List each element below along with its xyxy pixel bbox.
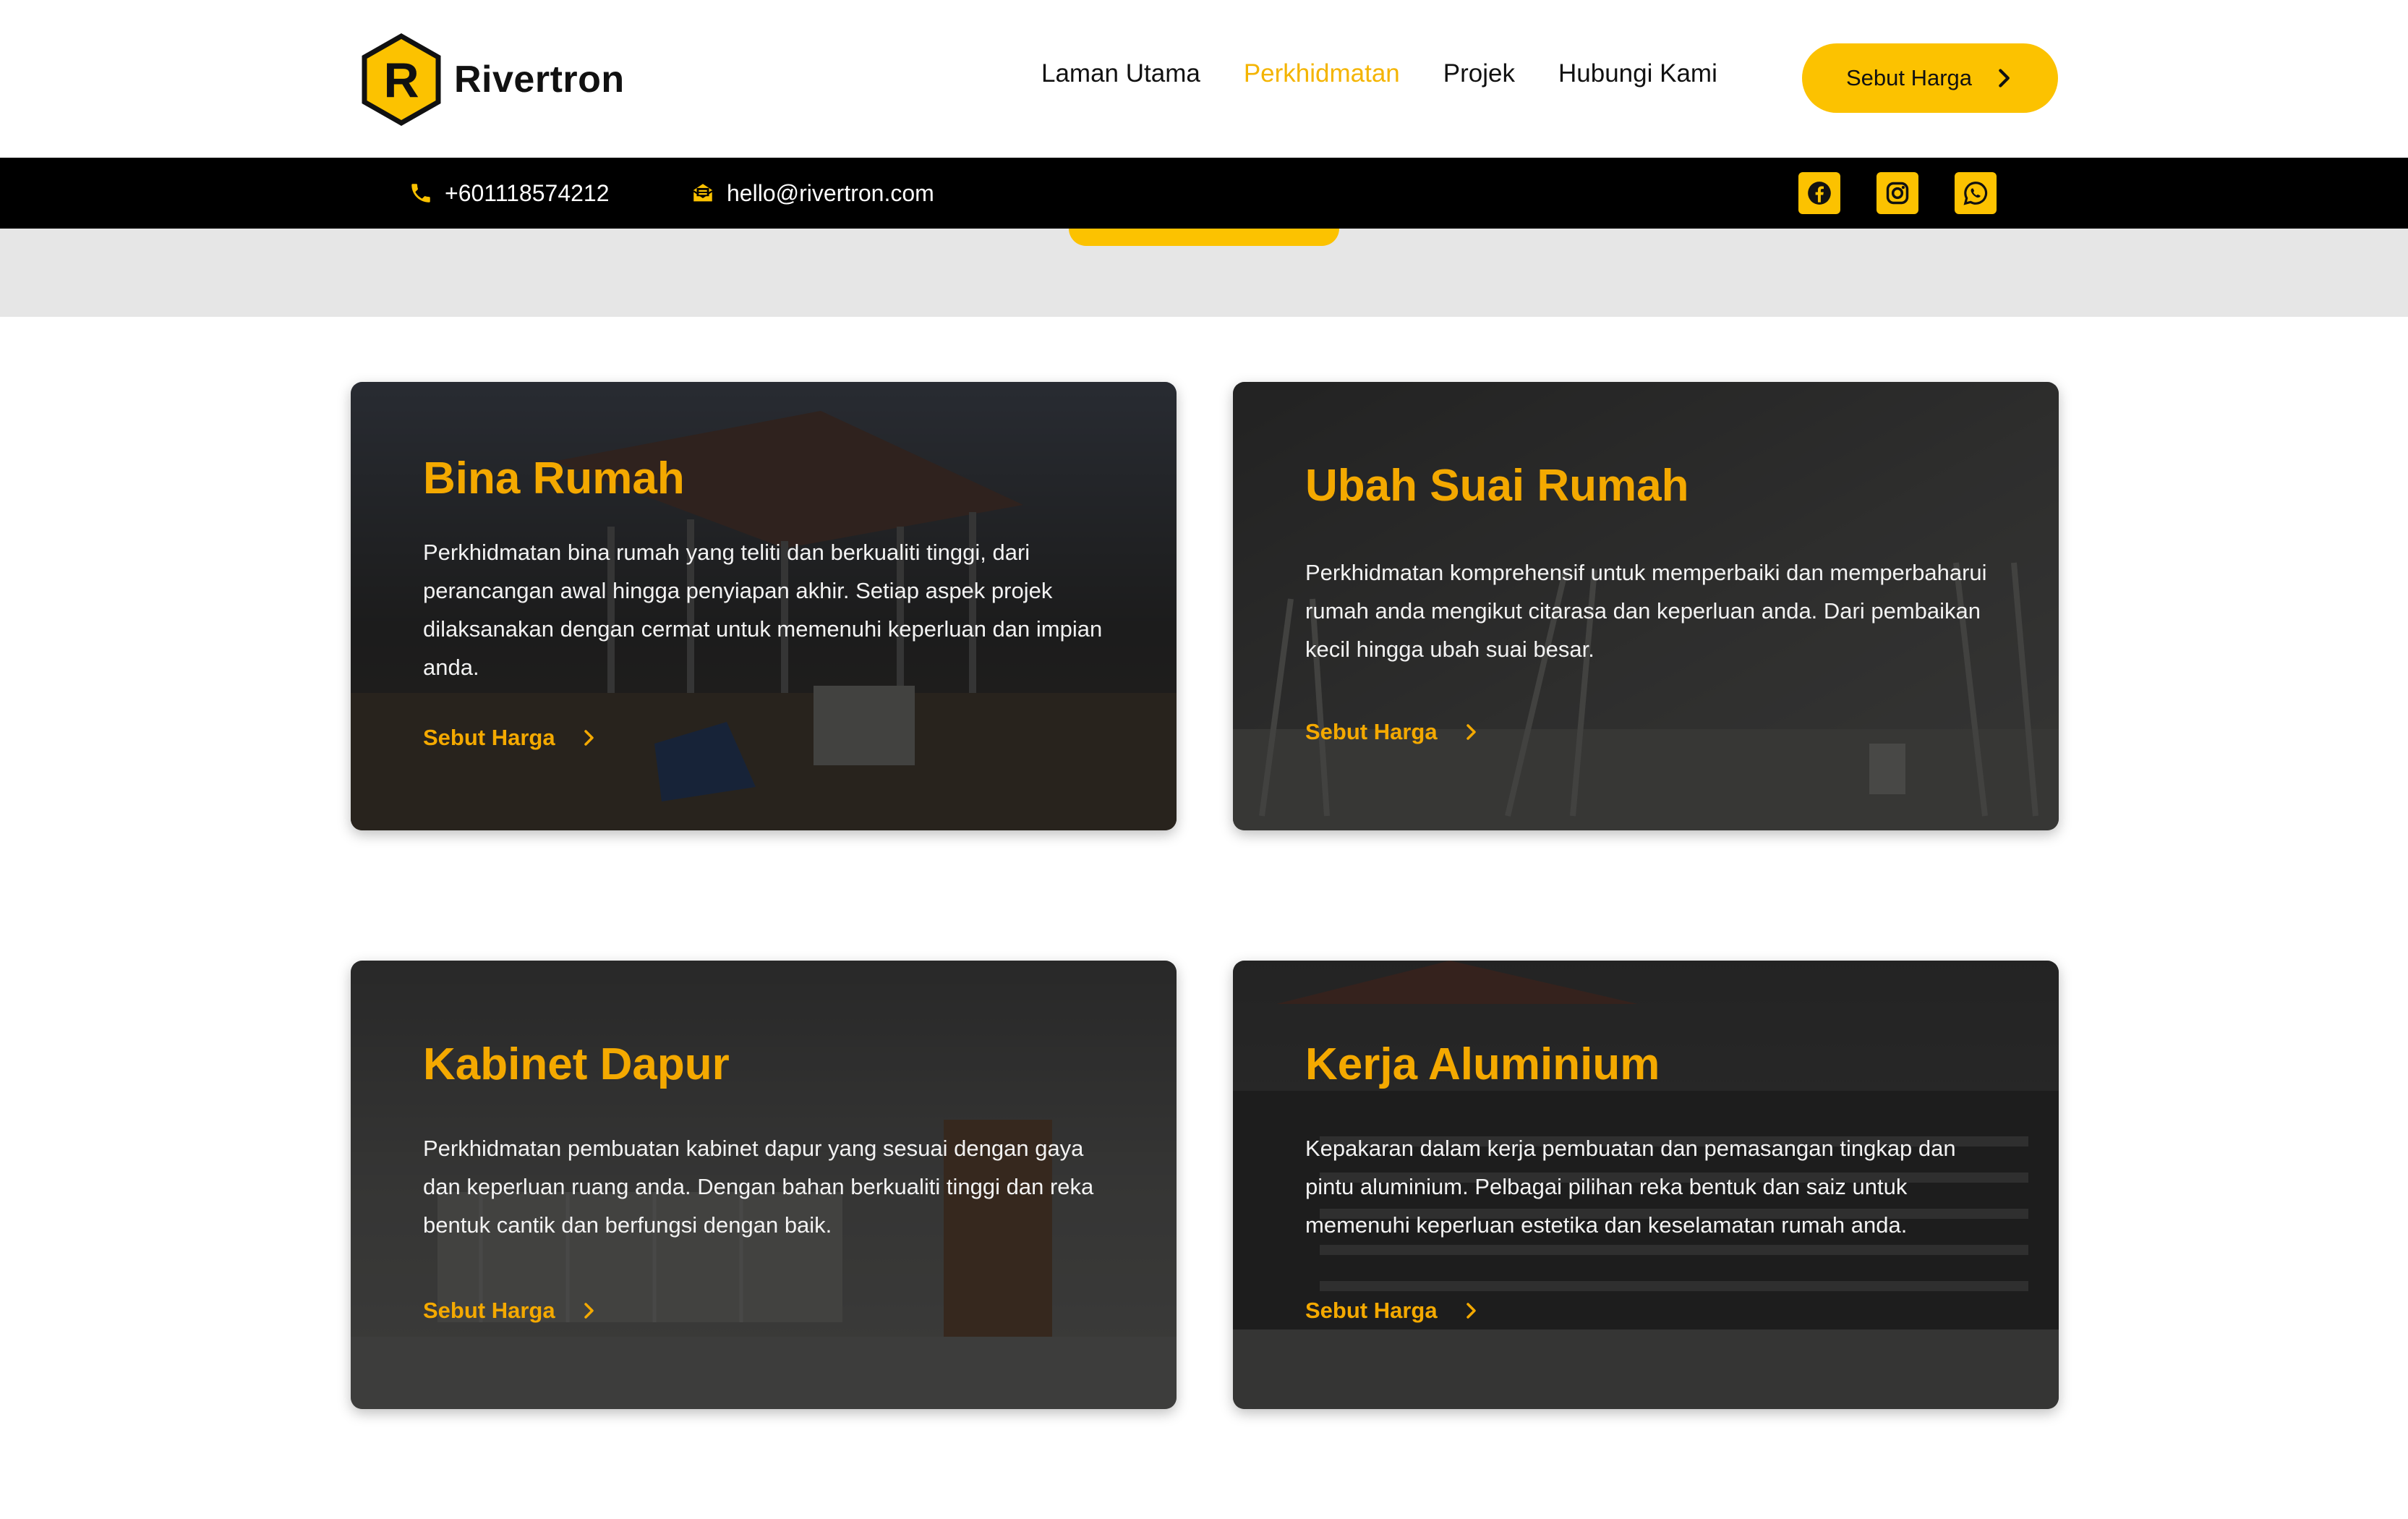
logo-initial: R bbox=[383, 53, 419, 108]
phone-contact[interactable]: +601118574212 bbox=[409, 158, 610, 229]
card-title: Ubah Suai Rumah bbox=[1305, 461, 1689, 511]
quote-button[interactable]: Sebut Harga bbox=[1802, 43, 2058, 113]
card-quote-link[interactable]: Sebut Harga bbox=[1305, 719, 1480, 745]
brand-name: Rivertron bbox=[454, 59, 625, 101]
social-links bbox=[1798, 172, 2033, 214]
site-header: R Rivertron Laman Utama Perkhidmatan Pro… bbox=[0, 0, 2408, 158]
card-title: Kerja Aluminium bbox=[1305, 1039, 1660, 1089]
card-body: Kerja Aluminium Kepakaran dalam kerja pe… bbox=[1305, 1039, 1994, 1244]
brand-logo[interactable]: R Rivertron bbox=[362, 33, 625, 126]
card-link-label: Sebut Harga bbox=[1305, 719, 1438, 744]
instagram-icon bbox=[1886, 182, 1909, 205]
card-description: Kepakaran dalam kerja pembuatan dan pema… bbox=[1305, 1136, 1956, 1238]
email-address: hello@rivertron.com bbox=[727, 179, 934, 206]
email-contact[interactable]: hello@rivertron.com bbox=[691, 158, 934, 229]
service-card-kerja-aluminium: Kerja Aluminium Kepakaran dalam kerja pe… bbox=[1233, 961, 2059, 1409]
card-title: Kabinet Dapur bbox=[423, 1039, 730, 1089]
chevron-right-icon bbox=[1466, 724, 1476, 740]
facebook-link[interactable] bbox=[1798, 172, 1840, 214]
nav-item-perkhidmatan[interactable]: Perkhidmatan bbox=[1244, 59, 1400, 88]
card-quote-link[interactable]: Sebut Harga bbox=[1305, 1298, 1480, 1324]
envelope-icon bbox=[693, 184, 713, 202]
instagram-link[interactable] bbox=[1877, 172, 1918, 214]
phone-number: +601118574212 bbox=[445, 179, 610, 206]
nav-item-projek[interactable]: Projek bbox=[1443, 59, 1515, 88]
contact-bar: +601118574212 hello@rivertron.com bbox=[0, 158, 2408, 229]
card-body: Ubah Suai Rumah Perkhidmatan komprehensi… bbox=[1305, 460, 1994, 668]
nav-item-laman-utama[interactable]: Laman Utama bbox=[1041, 59, 1200, 88]
card-link-label: Sebut Harga bbox=[1305, 1298, 1438, 1323]
hero-band bbox=[0, 229, 2408, 317]
chevron-right-icon bbox=[584, 730, 594, 746]
card-body: Kabinet Dapur Perkhidmatan pembuatan kab… bbox=[423, 1039, 1111, 1244]
card-description: Perkhidmatan pembuatan kabinet dapur yan… bbox=[423, 1136, 1094, 1238]
facebook-icon bbox=[1808, 182, 1831, 205]
service-card-bina-rumah: Bina Rumah Perkhidmatan bina rumah yang … bbox=[351, 382, 1177, 830]
service-card-kabinet-dapur: Kabinet Dapur Perkhidmatan pembuatan kab… bbox=[351, 961, 1177, 1409]
nav-item-hubungi-kami[interactable]: Hubungi Kami bbox=[1558, 59, 1717, 88]
chevron-right-icon bbox=[584, 1303, 594, 1319]
quote-button-label: Sebut Harga bbox=[1845, 65, 1973, 90]
main-nav: Laman Utama Perkhidmatan Projek Hubungi … bbox=[1041, 59, 1761, 88]
whatsapp-link[interactable] bbox=[1955, 172, 1997, 214]
phone-icon bbox=[411, 184, 430, 203]
chevron-right-icon bbox=[1999, 69, 2010, 88]
card-description: Perkhidmatan bina rumah yang teliti dan … bbox=[423, 540, 1103, 680]
card-link-label: Sebut Harga bbox=[423, 725, 555, 750]
chevron-right-icon bbox=[1466, 1303, 1476, 1319]
hexagon-logo-icon: R bbox=[362, 33, 441, 126]
service-card-ubah-suai-rumah: Ubah Suai Rumah Perkhidmatan komprehensi… bbox=[1233, 382, 2059, 830]
card-body: Bina Rumah Perkhidmatan bina rumah yang … bbox=[423, 453, 1111, 686]
card-quote-link[interactable]: Sebut Harga bbox=[423, 1298, 597, 1324]
whatsapp-icon bbox=[1963, 182, 1988, 205]
card-title: Bina Rumah bbox=[423, 454, 685, 503]
card-link-label: Sebut Harga bbox=[423, 1298, 555, 1323]
card-quote-link[interactable]: Sebut Harga bbox=[423, 725, 597, 751]
card-description: Perkhidmatan komprehensif untuk memperba… bbox=[1305, 560, 1987, 662]
hero-button-edge bbox=[1069, 229, 1339, 246]
